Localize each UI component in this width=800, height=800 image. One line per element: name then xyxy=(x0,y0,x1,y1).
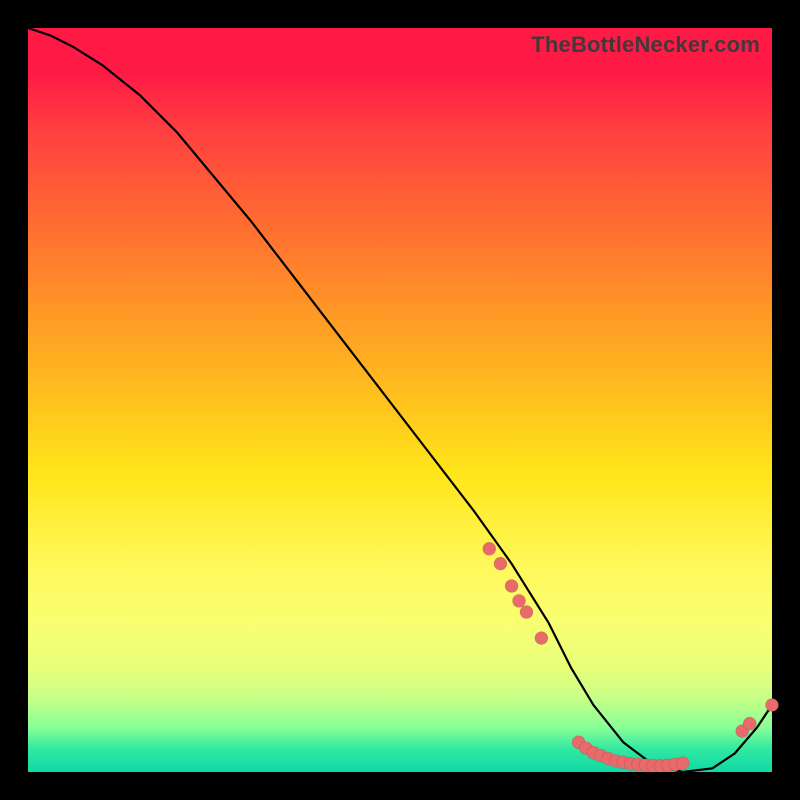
data-point xyxy=(513,594,526,607)
data-point xyxy=(483,542,496,555)
chart-frame: TheBottleNecker.com xyxy=(0,0,800,800)
bottleneck-curve-line xyxy=(28,28,772,772)
data-point xyxy=(535,632,548,645)
data-point xyxy=(520,606,533,619)
data-point xyxy=(505,580,518,593)
data-point xyxy=(743,717,756,730)
data-point xyxy=(766,699,779,712)
plot-area: TheBottleNecker.com xyxy=(28,28,772,772)
data-point xyxy=(676,757,689,770)
chart-svg xyxy=(28,28,772,772)
data-point xyxy=(494,557,507,570)
marker-group xyxy=(483,542,779,772)
